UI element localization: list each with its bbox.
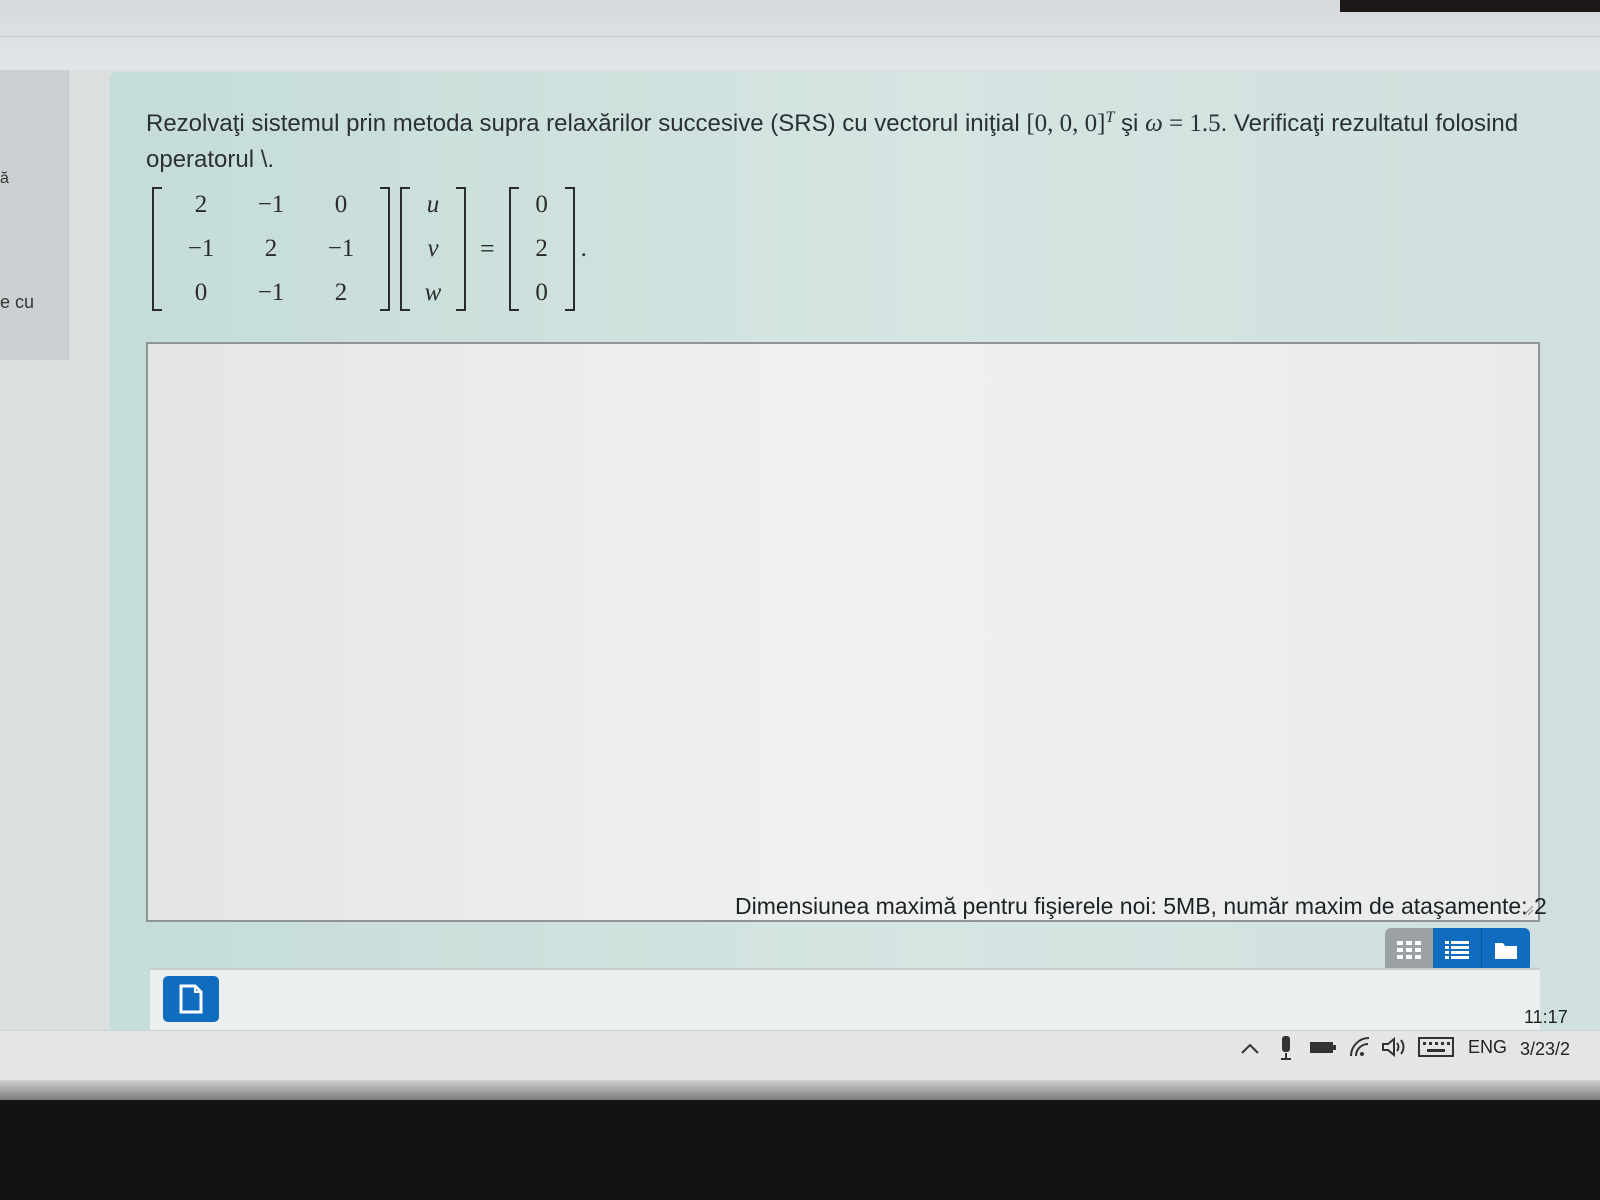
equation-end-dot: . [580, 235, 587, 262]
add-file-button[interactable] [163, 976, 219, 1022]
coefficient-matrix: 2 −1 0 −1 2 −1 0 −1 2 [152, 187, 390, 311]
left-navigation-panel: ă e cu [0, 70, 69, 360]
microphone-icon [1281, 1036, 1291, 1060]
attachment-limits-text: Dimensiunea maximă pentru fişierele noi:… [735, 893, 1547, 919]
question-text-part2: şi [1114, 110, 1146, 137]
unknown-cell: v [427, 235, 439, 262]
rhs-cell: 2 [535, 235, 548, 262]
network-tray-button[interactable] [1346, 1033, 1374, 1061]
matrix-cell: −1 [257, 279, 285, 306]
matrix-cell: 0 [194, 279, 208, 306]
omega-value: = 1.5 [1162, 110, 1221, 137]
browser-top-area [0, 0, 1600, 70]
wifi-icon [1350, 1037, 1370, 1057]
monitor-bezel [0, 1100, 1600, 1200]
folder-view-button[interactable] [1481, 928, 1530, 972]
top-divider [0, 36, 1600, 37]
omega-symbol: ω [1145, 110, 1163, 137]
left-panel-text-fragment-2: e cu [0, 292, 35, 312]
add-file-icon [179, 984, 203, 1014]
rhs-vector: 0 2 0 [508, 187, 575, 311]
top-corner-bar [1340, 0, 1600, 12]
show-hidden-icons-button[interactable] [1238, 1037, 1262, 1061]
left-panel-text-fragment-1: ă [0, 170, 9, 187]
battery-tray-button[interactable] [1308, 1035, 1338, 1059]
chevron-up-icon [1241, 1043, 1259, 1054]
matrix-cell: −1 [327, 235, 355, 262]
question-text-part1: Rezolvaţi sistemul prin metoda supra rel… [146, 110, 1027, 137]
clock-date[interactable]: 3/23/2 [1520, 1039, 1570, 1060]
list-view-icon [1445, 941, 1469, 959]
grid-view-icon [1397, 941, 1421, 959]
input-language-indicator[interactable]: ENG [1468, 1037, 1507, 1058]
matrix-cell: 2 [264, 235, 278, 262]
folder-view-icon [1495, 943, 1517, 959]
unknown-cell: u [426, 191, 440, 218]
matrix-cell: 2 [194, 191, 208, 218]
matrix-cell: −1 [257, 191, 285, 218]
microphone-tray-button[interactable] [1276, 1033, 1296, 1063]
file-view-toggle [1385, 928, 1530, 972]
matrix-cell: 2 [334, 279, 348, 306]
clock-time[interactable]: 11:17 [1524, 1007, 1568, 1028]
touch-keyboard-button[interactable] [1416, 1035, 1456, 1059]
rhs-cell: 0 [535, 191, 548, 218]
equals-sign: = [480, 234, 495, 263]
keyboard-icon [1418, 1037, 1454, 1057]
rhs-cell: 0 [535, 279, 548, 306]
speaker-icon [1382, 1036, 1405, 1058]
linear-system-equation: 2 −1 0 −1 2 −1 0 −1 2 u v w = 0 2 0 . [152, 187, 587, 311]
unknown-cell: w [424, 279, 442, 306]
grid-view-button[interactable] [1385, 928, 1433, 972]
volume-tray-button[interactable] [1380, 1033, 1408, 1061]
question-text: Rezolvaţi sistemul prin metoda supra rel… [146, 100, 1586, 178]
answer-textarea[interactable] [146, 342, 1540, 922]
initial-vector: [0, 0, 0] [1026, 110, 1106, 137]
unknowns-vector: u v w [400, 187, 466, 311]
list-view-button[interactable] [1433, 928, 1481, 972]
matrix-cell: −1 [187, 235, 215, 262]
matrix-cell: 0 [334, 191, 348, 218]
battery-icon [1310, 1042, 1336, 1053]
